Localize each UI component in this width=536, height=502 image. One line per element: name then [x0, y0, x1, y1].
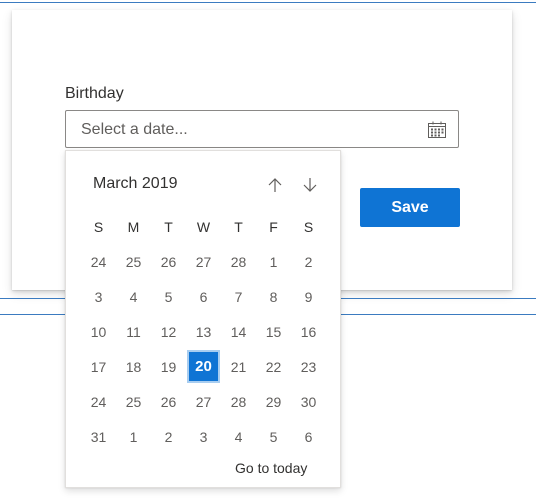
calendar-day[interactable]: 19 [151, 349, 186, 384]
save-button[interactable]: Save [360, 188, 460, 227]
calendar-day[interactable]: 6 [291, 419, 326, 454]
calendar-day[interactable]: 28 [221, 384, 256, 419]
next-month-button[interactable] [298, 173, 322, 197]
birthday-date-picker-input[interactable]: Select a date... [65, 110, 459, 148]
calendar-day[interactable]: 22 [256, 349, 291, 384]
calendar-day[interactable]: 4 [221, 419, 256, 454]
calendar-day[interactable]: 9 [291, 279, 326, 314]
calendar-day[interactable]: 18 [116, 349, 151, 384]
calendar-day[interactable]: 25 [116, 244, 151, 279]
calendar-day[interactable]: 13 [186, 314, 221, 349]
weekday-header: M [127, 218, 140, 235]
calendar-day[interactable]: 24 [81, 244, 116, 279]
calendar-day[interactable]: 23 [291, 349, 326, 384]
calendar-day[interactable]: 10 [81, 314, 116, 349]
birthday-label: Birthday [65, 85, 124, 102]
calendar-day[interactable]: 21 [221, 349, 256, 384]
weekday-header: W [196, 218, 211, 235]
calendar-day[interactable]: 16 [291, 314, 326, 349]
calendar-day[interactable]: 8 [256, 279, 291, 314]
calendar-day[interactable]: 15 [256, 314, 291, 349]
calendar-day[interactable]: 1 [256, 244, 291, 279]
calendar-month-title: March 2019 [93, 175, 178, 192]
weekday-header: F [269, 218, 278, 235]
calendar-day[interactable]: 17 [81, 349, 116, 384]
top-rule-line [0, 2, 536, 3]
calendar-day[interactable]: 25 [116, 384, 151, 419]
calendar-day[interactable]: 12 [151, 314, 186, 349]
calendar-day[interactable]: 6 [186, 279, 221, 314]
calendar-day[interactable]: 11 [116, 314, 151, 349]
weekday-header: S [93, 218, 104, 235]
calendar-day[interactable]: 14 [221, 314, 256, 349]
calendar-day-selected[interactable]: 20 [187, 350, 220, 383]
calendar-day[interactable]: 31 [81, 419, 116, 454]
calendar-day[interactable]: 7 [221, 279, 256, 314]
calendar-day[interactable]: 2 [291, 244, 326, 279]
calendar-day[interactable]: 3 [186, 419, 221, 454]
calendar-day[interactable]: 5 [151, 279, 186, 314]
calendar-day[interactable]: 4 [116, 279, 151, 314]
calendar-popup: March 2019 S M T W T F S 24 25 26 27 28 … [65, 150, 341, 488]
calendar-day[interactable]: 30 [291, 384, 326, 419]
weekday-header: T [164, 218, 173, 235]
calendar-day[interactable]: 27 [186, 384, 221, 419]
calendar-day[interactable]: 3 [81, 279, 116, 314]
calendar-day[interactable]: 5 [256, 419, 291, 454]
calendar-day[interactable]: 26 [151, 244, 186, 279]
previous-month-button[interactable] [263, 173, 287, 197]
calendar-day[interactable]: 26 [151, 384, 186, 419]
arrow-up-icon [268, 178, 282, 192]
arrow-down-icon [303, 178, 317, 192]
weekday-header: S [303, 218, 314, 235]
calendar-day[interactable]: 28 [221, 244, 256, 279]
weekday-header: T [234, 218, 243, 235]
calendar-day[interactable]: 27 [186, 244, 221, 279]
date-input-placeholder: Select a date... [81, 121, 188, 138]
calendar-day[interactable]: 2 [151, 419, 186, 454]
calendar-day[interactable]: 1 [116, 419, 151, 454]
calendar-grid: S M T W T F S 24 25 26 27 28 1 2 3 4 5 6… [81, 209, 326, 454]
calendar-day[interactable]: 29 [256, 384, 291, 419]
go-to-today-link[interactable]: Go to today [235, 460, 307, 476]
calendar-icon[interactable] [427, 120, 447, 140]
calendar-day[interactable]: 24 [81, 384, 116, 419]
